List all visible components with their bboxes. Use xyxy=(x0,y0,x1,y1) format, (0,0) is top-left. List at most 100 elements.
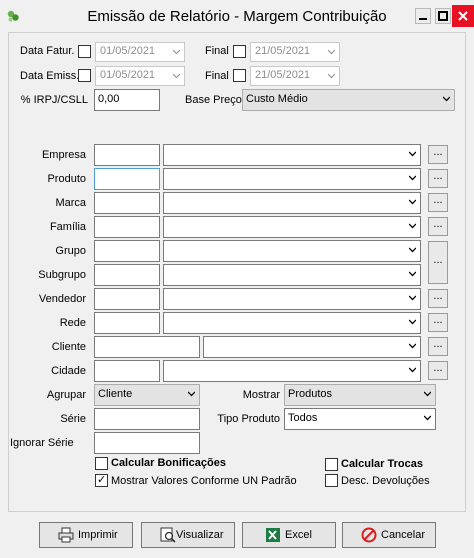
visualizar-label: Visualizar xyxy=(176,529,224,541)
grupo-code-input[interactable] xyxy=(94,240,160,262)
data-emiss-to-value: 21/05/2021 xyxy=(255,69,311,81)
chevron-down-icon xyxy=(409,294,416,301)
chevron-down-icon xyxy=(424,414,431,421)
mostrar-valores-label: Mostrar Valores Conforme UN Padrão xyxy=(111,475,297,487)
chevron-down-icon xyxy=(409,342,416,349)
familia-code-input[interactable] xyxy=(94,216,160,238)
cidade-select[interactable] xyxy=(163,360,421,382)
empresa-search-button[interactable]: ... xyxy=(428,145,448,164)
chevron-down-icon xyxy=(409,198,416,205)
visualizar-button[interactable]: Visualizar xyxy=(141,522,235,548)
rede-select[interactable] xyxy=(163,312,421,334)
tipo-produto-select[interactable]: Todos xyxy=(284,408,436,430)
chevron-down-icon xyxy=(409,222,416,229)
mostrar-select[interactable]: Produtos xyxy=(284,384,436,406)
calcular-trocas-checkbox[interactable] xyxy=(325,458,338,471)
cidade-code-input[interactable] xyxy=(94,360,160,382)
subgrupo-code-input[interactable] xyxy=(94,264,160,286)
excel-icon xyxy=(265,527,281,543)
data-emiss-from-field[interactable]: 01/05/2021 xyxy=(95,66,185,86)
chevron-down-icon xyxy=(173,72,180,79)
marca-code-input[interactable] xyxy=(94,192,160,214)
data-fatur-final-checkbox[interactable] xyxy=(233,45,246,58)
serie-input[interactable] xyxy=(94,408,200,430)
cliente-search-button[interactable]: ... xyxy=(428,337,448,356)
empresa-code-input[interactable] xyxy=(94,144,160,166)
serie-label: Série xyxy=(60,413,86,425)
chevron-down-icon xyxy=(409,366,416,373)
grupo-subgrupo-search-button[interactable]: ... xyxy=(428,241,448,284)
base-preco-label: Base Preço xyxy=(185,94,242,106)
maximize-button[interactable] xyxy=(435,8,451,24)
familia-select[interactable] xyxy=(163,216,421,238)
data-emiss-checkbox[interactable] xyxy=(78,69,91,82)
subgrupo-select[interactable] xyxy=(163,264,421,286)
chevron-down-icon xyxy=(409,174,416,181)
excel-button[interactable]: Excel xyxy=(242,522,336,548)
agrupar-select[interactable]: Cliente xyxy=(94,384,200,406)
chevron-down-icon xyxy=(409,150,416,157)
subgrupo-label: Subgrupo xyxy=(38,269,86,281)
close-button[interactable] xyxy=(452,5,474,27)
familia-search-button[interactable]: ... xyxy=(428,217,448,236)
preview-icon xyxy=(160,527,176,543)
chevron-down-icon xyxy=(409,270,416,277)
data-fatur-to-field[interactable]: 21/05/2021 xyxy=(250,42,340,62)
desc-devolucoes-checkbox[interactable] xyxy=(325,474,338,487)
imprimir-button[interactable]: Imprimir xyxy=(39,522,133,548)
marca-label: Marca xyxy=(55,197,86,209)
familia-label: Família xyxy=(49,221,86,233)
data-emiss-to-field[interactable]: 21/05/2021 xyxy=(250,66,340,86)
mostrar-valores-checkbox[interactable] xyxy=(95,473,108,487)
ignorar-serie-input[interactable] xyxy=(94,432,200,454)
printer-icon xyxy=(58,527,74,543)
imprimir-label: Imprimir xyxy=(78,529,118,541)
rede-code-input[interactable] xyxy=(94,312,160,334)
marca-select[interactable] xyxy=(163,192,421,214)
cliente-label: Cliente xyxy=(51,341,86,353)
agrupar-value: Cliente xyxy=(98,388,133,400)
data-fatur-from-value: 01/05/2021 xyxy=(100,45,156,57)
cancelar-button[interactable]: Cancelar xyxy=(342,522,436,548)
data-emiss-final-checkbox[interactable] xyxy=(233,69,246,82)
produto-select[interactable] xyxy=(163,168,421,190)
cliente-select[interactable] xyxy=(203,336,421,358)
data-fatur-from-field[interactable]: 01/05/2021 xyxy=(95,42,185,62)
produto-search-button[interactable]: ... xyxy=(428,169,448,188)
irpj-input[interactable]: 0,00 xyxy=(94,89,160,111)
data-emiss-label: Data Emiss. xyxy=(20,70,80,82)
vendedor-code-input[interactable] xyxy=(94,288,160,310)
data-emiss-from-value: 01/05/2021 xyxy=(100,69,156,81)
tipo-produto-value: Todos xyxy=(288,412,318,424)
vendedor-select[interactable] xyxy=(163,288,421,310)
chevron-down-icon xyxy=(409,318,416,325)
produto-code-input[interactable] xyxy=(94,168,160,190)
chevron-down-icon xyxy=(328,72,335,79)
mostrar-value: Produtos xyxy=(288,388,333,400)
cidade-label: Cidade xyxy=(51,365,86,377)
rede-label: Rede xyxy=(59,317,86,329)
marca-search-button[interactable]: ... xyxy=(428,193,448,212)
base-preco-select[interactable]: Custo Médio xyxy=(242,89,455,111)
chevron-down-icon xyxy=(173,48,180,55)
chevron-down-icon xyxy=(424,390,431,397)
irpj-label: % IRPJ/CSLL xyxy=(20,94,88,106)
cliente-code-input[interactable] xyxy=(94,336,200,358)
rede-search-button[interactable]: ... xyxy=(428,313,448,332)
grupo-select[interactable] xyxy=(163,240,421,262)
vendedor-search-button[interactable]: ... xyxy=(428,289,448,308)
cidade-search-button[interactable]: ... xyxy=(428,361,448,380)
empresa-select[interactable] xyxy=(163,144,421,166)
ignorar-serie-label: Ignorar Série xyxy=(10,437,74,449)
calcular-bonificacoes-checkbox[interactable] xyxy=(95,457,108,470)
title-bar: Emissão de Relatório - Margem Contribuiç… xyxy=(0,0,474,32)
data-fatur-to-value: 21/05/2021 xyxy=(255,45,311,57)
minimize-button[interactable] xyxy=(415,8,431,24)
excel-label: Excel xyxy=(285,529,312,541)
chevron-down-icon xyxy=(443,95,450,102)
tipo-produto-label: Tipo Produto xyxy=(217,413,280,425)
grupo-label: Grupo xyxy=(55,245,86,257)
data-fatur-checkbox[interactable] xyxy=(78,45,91,58)
chevron-down-icon xyxy=(188,390,195,397)
agrupar-label: Agrupar xyxy=(46,389,86,401)
